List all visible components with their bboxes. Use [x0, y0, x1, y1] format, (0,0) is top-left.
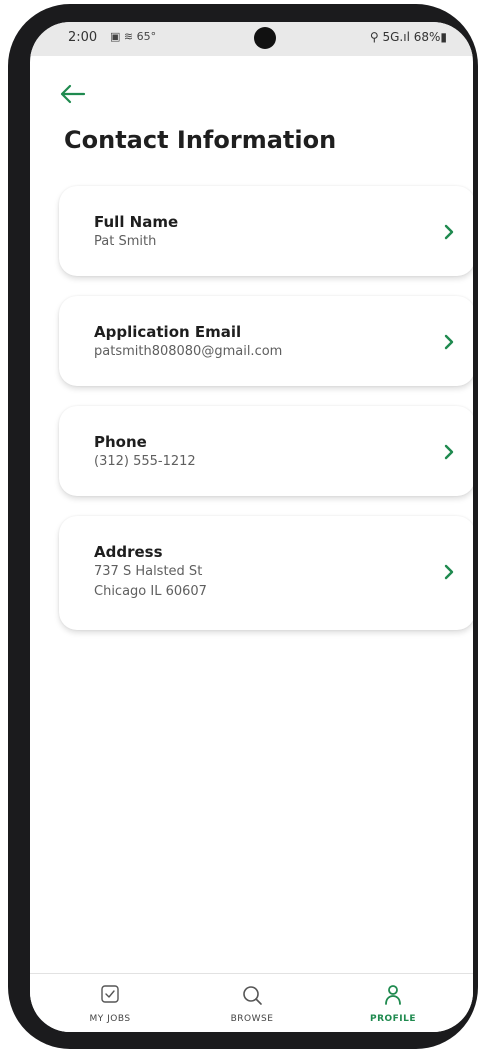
- person-icon: [385, 985, 401, 1005]
- status-time: 2:00: [68, 30, 98, 45]
- phone-card[interactable]: Phone (312) 555-1212: [59, 406, 473, 496]
- nav-profile[interactable]: PROFILE: [333, 974, 453, 1032]
- chevron-right-icon: [444, 444, 454, 460]
- card-label: Full Name: [94, 213, 179, 231]
- status-signal-battery: ⚲ 5G.ıl 68%▮: [369, 30, 447, 44]
- application-email-card[interactable]: Application Email patsmith808080@gmail.c…: [59, 296, 473, 386]
- search-icon: [243, 986, 262, 1005]
- card-value-city: Chicago IL 60607: [94, 584, 207, 599]
- checkbox-icon: [101, 985, 119, 1003]
- phone-frame: 2:00 ▣ ≋ 65° ⚲ 5G.ıl 68%▮ Contact Inform…: [8, 4, 478, 1049]
- card-value: patsmith808080@gmail.com: [94, 344, 283, 359]
- nav-my-jobs[interactable]: MY JOBS: [50, 974, 170, 1032]
- card-value: Pat Smith: [94, 234, 157, 249]
- card-label: Phone: [94, 433, 147, 451]
- chevron-right-icon: [444, 564, 454, 580]
- chevron-right-icon: [444, 224, 454, 240]
- card-label: Application Email: [94, 323, 242, 341]
- status-notification-icons: ▣ ≋ 65°: [110, 30, 157, 43]
- nav-label: BROWSE: [230, 1014, 274, 1024]
- back-arrow-icon[interactable]: [58, 82, 86, 106]
- front-camera-icon: [254, 27, 276, 49]
- status-bar: 2:00 ▣ ≋ 65° ⚲ 5G.ıl 68%▮: [30, 22, 473, 56]
- card-value-street: 737 S Halsted St: [94, 564, 203, 579]
- full-name-card[interactable]: Full Name Pat Smith: [59, 186, 473, 276]
- card-label: Address: [94, 543, 163, 561]
- card-value: (312) 555-1212: [94, 454, 196, 469]
- bottom-nav: MY JOBS BROWSE PROFILE: [30, 973, 473, 1032]
- nav-label: MY JOBS: [89, 1014, 131, 1024]
- nav-browse[interactable]: BROWSE: [192, 974, 312, 1032]
- address-card[interactable]: Address 737 S Halsted St Chicago IL 6060…: [59, 516, 473, 630]
- screen: 2:00 ▣ ≋ 65° ⚲ 5G.ıl 68%▮ Contact Inform…: [30, 22, 473, 1032]
- nav-label: PROFILE: [369, 1014, 417, 1024]
- page-title: Contact Information: [64, 126, 337, 154]
- chevron-right-icon: [444, 334, 454, 350]
